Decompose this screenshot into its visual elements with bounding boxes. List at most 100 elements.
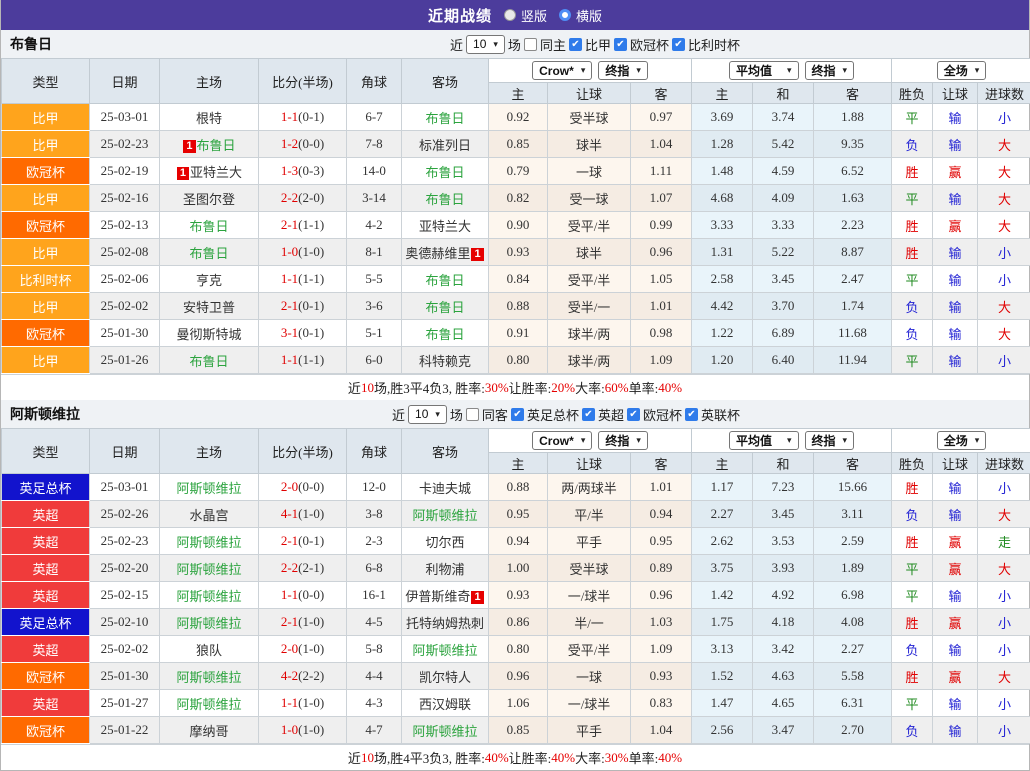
layout-radio-vertical[interactable]: 竖版 xyxy=(504,6,547,25)
odds-away: 1.05 xyxy=(631,266,692,293)
result-outcome: 平 xyxy=(892,104,933,131)
radio-selected-icon[interactable] xyxy=(559,9,571,21)
radio-unselected-icon[interactable] xyxy=(504,9,516,21)
result-outcome: 胜 xyxy=(892,239,933,266)
match-row: 英超25-02-02狼队2-0(1-0)5-8阿斯顿维拉0.80受平/半1.09… xyxy=(2,636,1030,663)
match-type-badge: 比利时杯 xyxy=(2,266,90,293)
home-team: 亨克 xyxy=(160,266,259,293)
result-handicap: 输 xyxy=(933,347,978,374)
odds-home: 0.88 xyxy=(489,293,548,320)
match-row: 英超25-02-15阿斯顿维拉1-1(0-0)16-1伊普斯维奇10.93一/球… xyxy=(2,582,1030,609)
result-goals: 小 xyxy=(978,474,1030,501)
match-type-badge: 英超 xyxy=(2,690,90,717)
match-score: 2-2(2-0) xyxy=(259,185,347,212)
odds-away: 1.07 xyxy=(631,185,692,212)
avg-home-odds: 1.31 xyxy=(692,239,753,266)
match-row: 英超25-01-27阿斯顿维拉1-1(1-0)4-3西汉姆联1.06一/球半0.… xyxy=(2,690,1030,717)
corner-score: 8-1 xyxy=(347,239,402,266)
away-team: 阿斯顿维拉 xyxy=(402,636,489,663)
league-checkbox-checked[interactable]: ✔ xyxy=(672,38,685,51)
result-outcome: 平 xyxy=(892,266,933,293)
result-outcome: 负 xyxy=(892,293,933,320)
bookmaker-stage-select[interactable]: 终指▾ xyxy=(598,61,648,80)
column-subheader: 让球 xyxy=(548,83,631,104)
average-stage-select[interactable]: 终指▾ xyxy=(805,61,855,80)
column-header: 客场 xyxy=(402,429,489,474)
corner-score: 3-8 xyxy=(347,501,402,528)
avg-draw-odds: 6.40 xyxy=(753,347,814,374)
layout-radio-vertical-label: 竖版 xyxy=(521,6,547,25)
match-score: 2-1(1-1) xyxy=(259,212,347,239)
handicap-line: 平/半 xyxy=(548,501,631,528)
result-goals: 大 xyxy=(978,663,1030,690)
scope-select[interactable]: 全场▾ xyxy=(937,61,987,80)
result-goals: 大 xyxy=(978,131,1030,158)
match-score: 2-2(2-1) xyxy=(259,555,347,582)
league-checkbox-checked[interactable]: ✔ xyxy=(627,408,640,421)
league-checkbox-checked[interactable]: ✔ xyxy=(614,38,627,51)
team-name-text: 阿斯顿维拉 xyxy=(176,616,241,631)
match-type-badge: 英超 xyxy=(2,582,90,609)
avg-home-odds: 1.20 xyxy=(692,347,753,374)
same-venue-checkbox-unchecked[interactable] xyxy=(524,38,537,51)
team-results-section: 阿斯顿维拉近10▾场同客✔英足总杯✔英超✔欧冠杯✔英联杯类型日期主场比分(半场)… xyxy=(1,400,1029,770)
column-subheader: 主 xyxy=(489,453,548,474)
corner-score: 4-5 xyxy=(347,609,402,636)
avg-home-odds: 1.75 xyxy=(692,609,753,636)
home-team: 安特卫普 xyxy=(160,293,259,320)
match-date: 25-02-15 xyxy=(90,582,160,609)
match-date: 25-02-16 xyxy=(90,185,160,212)
league-checkbox-checked[interactable]: ✔ xyxy=(511,408,524,421)
result-goals: 小 xyxy=(978,239,1030,266)
match-score: 1-0(1-0) xyxy=(259,717,347,744)
matches-count-select[interactable]: 10▾ xyxy=(466,35,505,54)
bookmaker-select[interactable]: Crow*▾ xyxy=(532,61,592,80)
handicap-line: 受平/半 xyxy=(548,212,631,239)
average-stage-select[interactable]: 终指▾ xyxy=(805,431,855,450)
matches-count-select[interactable]: 10▾ xyxy=(408,405,447,424)
avg-home-odds: 2.27 xyxy=(692,501,753,528)
handicap-line: 受半球 xyxy=(548,104,631,131)
result-goals: 大 xyxy=(978,185,1030,212)
away-team: 利物浦 xyxy=(402,555,489,582)
odds-away: 0.95 xyxy=(631,528,692,555)
match-row: 比甲25-02-231布鲁日1-2(0-0)7-8标准列日0.85球半1.041… xyxy=(2,131,1030,158)
average-select[interactable]: 平均值▾ xyxy=(729,431,799,450)
handicap-line: 球半/两 xyxy=(548,320,631,347)
league-checkbox-checked[interactable]: ✔ xyxy=(685,408,698,421)
bookmaker-stage-select[interactable]: 终指▾ xyxy=(598,431,648,450)
away-team: 伊普斯维奇1 xyxy=(402,582,489,609)
team-name-text: 亨克 xyxy=(196,273,222,288)
average-select[interactable]: 平均值▾ xyxy=(729,61,799,80)
match-date: 25-02-06 xyxy=(90,266,160,293)
team-name-text: 布鲁日 xyxy=(189,246,228,261)
results-table: 类型日期主场比分(半场)角球客场Crow*▾终指▾平均值▾终指▾全场▾主让球客主… xyxy=(1,58,1030,374)
corner-score: 3-6 xyxy=(347,293,402,320)
match-score: 1-1(1-0) xyxy=(259,690,347,717)
team-name-text: 根特 xyxy=(196,111,222,126)
team-name-text: 阿斯顿维拉 xyxy=(176,670,241,685)
column-subheader: 进球数 xyxy=(978,83,1030,104)
corner-score: 2-3 xyxy=(347,528,402,555)
team-name-text: 阿斯顿维拉 xyxy=(176,589,241,604)
match-row: 英超25-02-26水晶宫4-1(1-0)3-8阿斯顿维拉0.95平/半0.94… xyxy=(2,501,1030,528)
match-type-badge: 比甲 xyxy=(2,239,90,266)
league-checkbox-label: 英足总杯 xyxy=(527,405,579,424)
away-team: 布鲁日 xyxy=(402,266,489,293)
layout-radio-horizontal[interactable]: 横版 xyxy=(559,6,602,25)
scope-select[interactable]: 全场▾ xyxy=(937,431,987,450)
team-name-text: 凯尔特人 xyxy=(419,670,471,685)
odds-home: 0.93 xyxy=(489,582,548,609)
league-checkbox-checked[interactable]: ✔ xyxy=(569,38,582,51)
bookmaker-select[interactable]: Crow*▾ xyxy=(532,431,592,450)
avg-home-odds: 3.75 xyxy=(692,555,753,582)
league-checkbox-checked[interactable]: ✔ xyxy=(582,408,595,421)
result-handicap: 输 xyxy=(933,185,978,212)
same-venue-label: 同主 xyxy=(540,35,566,54)
odds-home: 0.80 xyxy=(489,636,548,663)
home-team: 阿斯顿维拉 xyxy=(160,663,259,690)
column-subheader: 和 xyxy=(753,83,814,104)
result-goals: 小 xyxy=(978,347,1030,374)
team-name-text: 利物浦 xyxy=(425,562,464,577)
same-venue-checkbox-unchecked[interactable] xyxy=(466,408,479,421)
